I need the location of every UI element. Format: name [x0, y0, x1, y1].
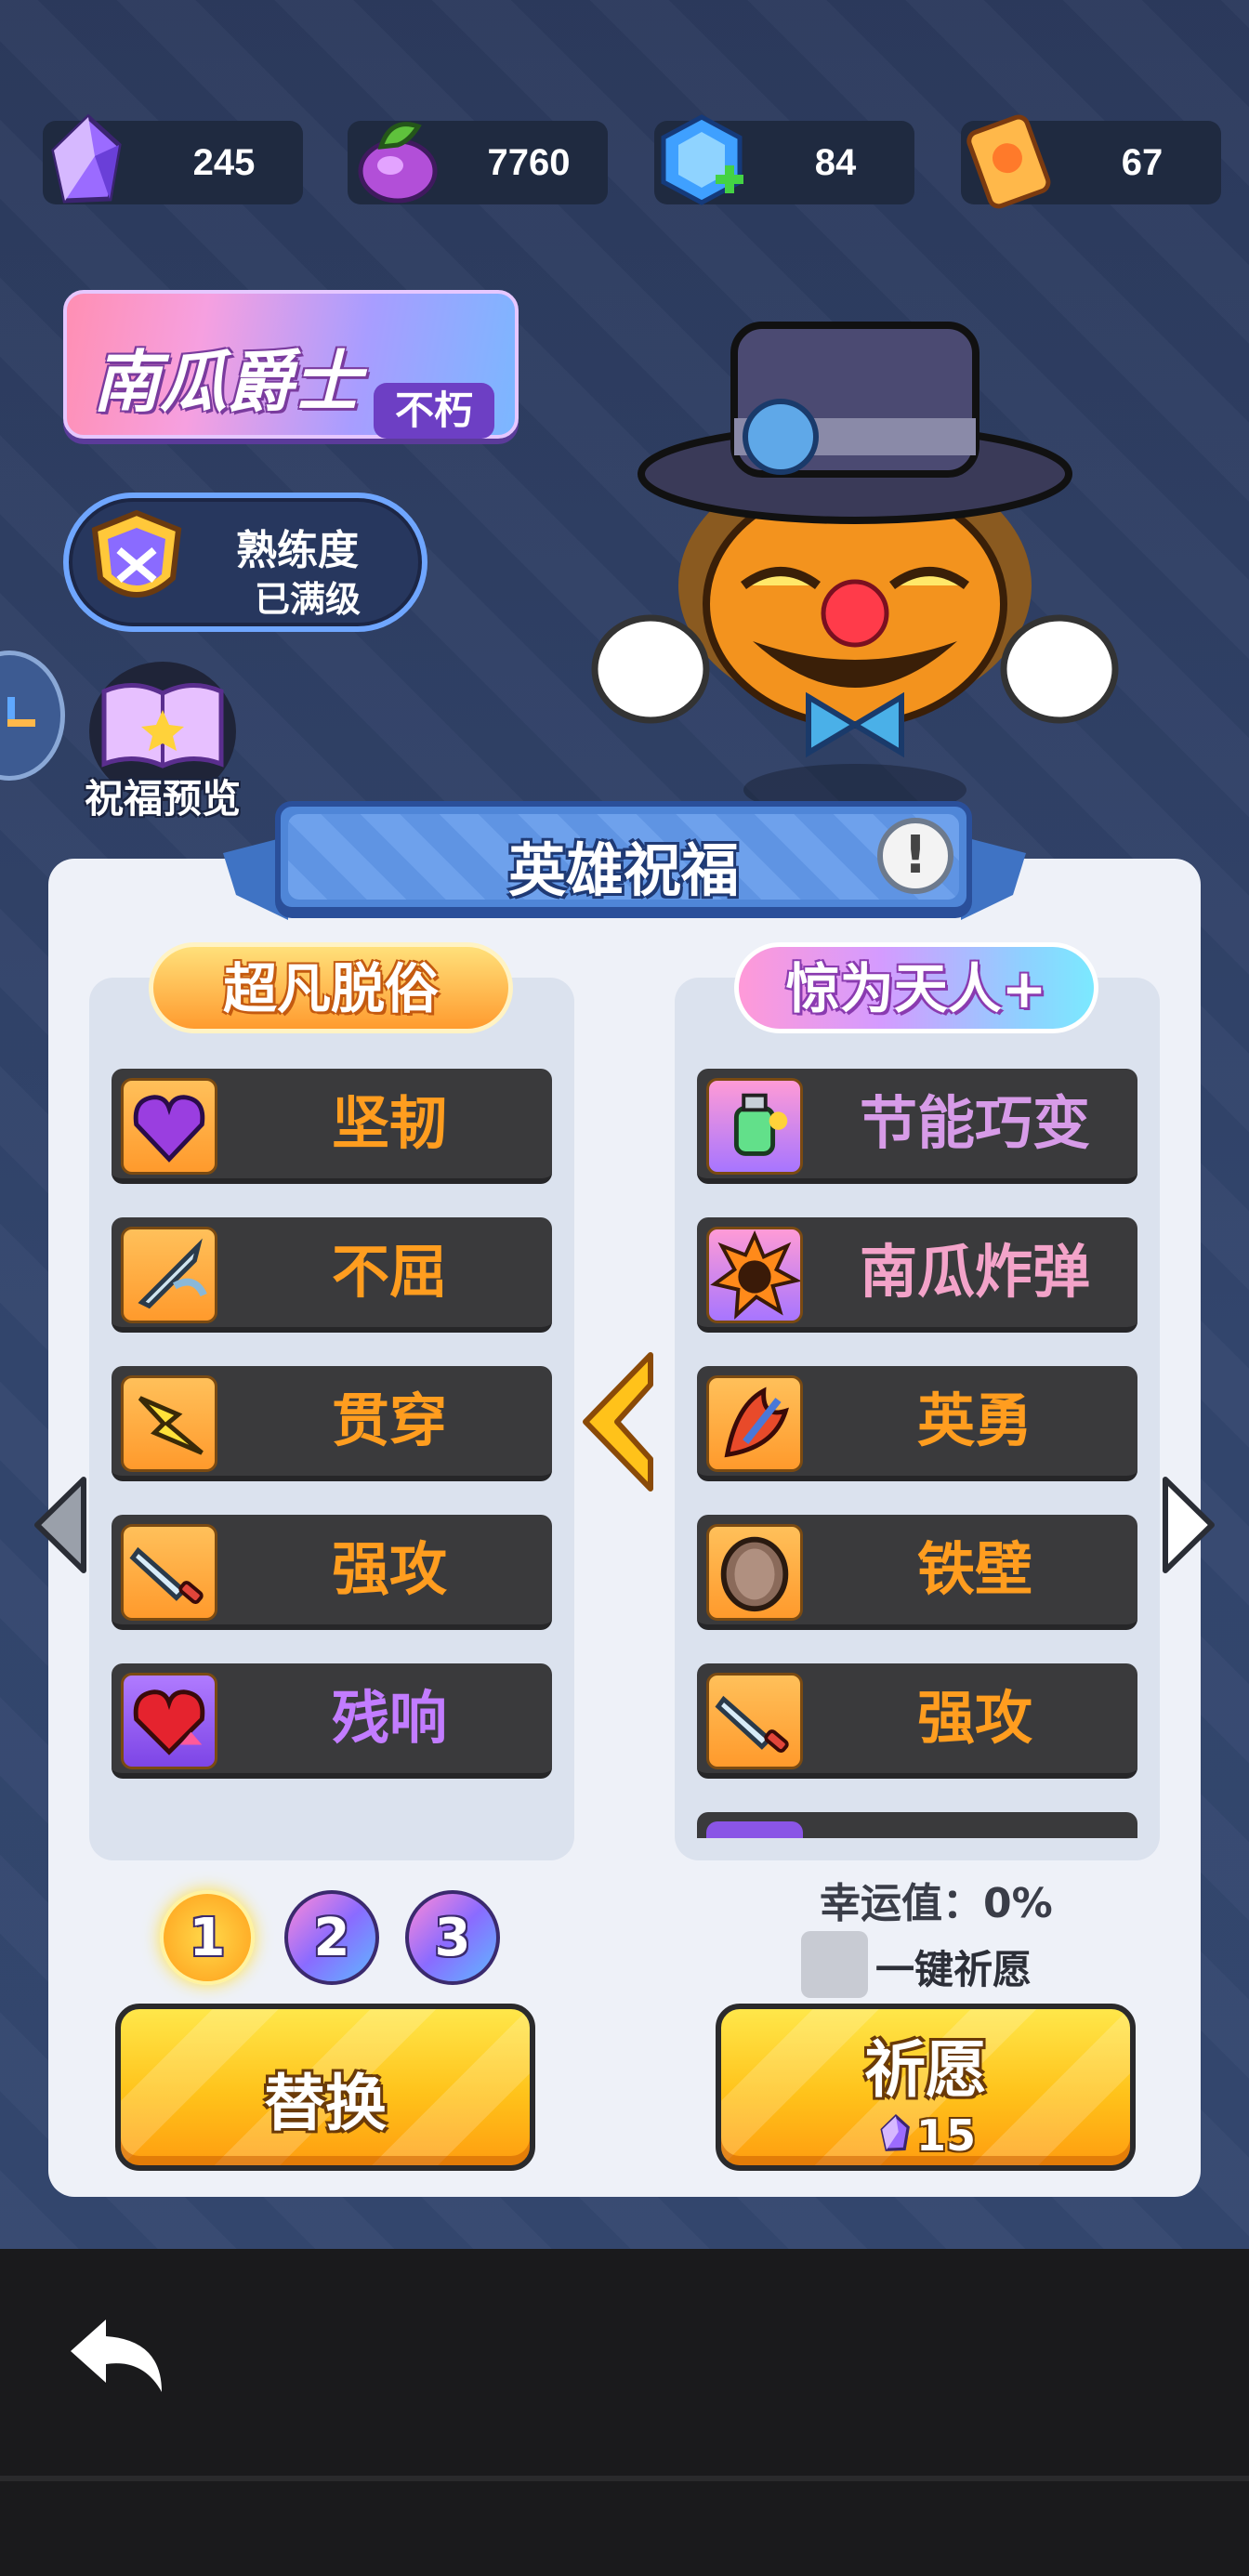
luck-value: 幸运值：0%: [820, 1880, 1053, 1927]
blessing-item[interactable]: 英勇: [697, 1366, 1137, 1481]
crystal-icon: [880, 2114, 910, 2151]
ticket-icon: [966, 114, 1051, 209]
blessing-item[interactable]: 铁壁: [697, 1515, 1137, 1630]
iron-shield-icon: [706, 1524, 803, 1621]
blessing-item-partial[interactable]: [697, 1812, 1137, 1838]
replace-button[interactable]: 替换: [115, 2004, 535, 2171]
blessing-item[interactable]: 南瓜炸弹: [697, 1217, 1137, 1333]
currency-value: 245: [192, 142, 256, 183]
bravery-icon: [706, 1375, 803, 1472]
sword-attack-icon: [706, 1673, 803, 1769]
blessing-label: 强攻: [916, 1684, 1032, 1752]
hero-name: 南瓜爵士: [93, 343, 362, 421]
purple-heart-gem-icon: [121, 1078, 217, 1175]
book-icon: [101, 682, 224, 769]
current-rarity-title: 超凡脱俗: [149, 942, 513, 1033]
one-click-wish-checkbox[interactable]: [801, 1931, 868, 1998]
mastery-shield-icon: [91, 509, 182, 598]
mastery-status: 已满级: [255, 579, 362, 620]
blue-token-icon: [661, 114, 743, 205]
pumpkin-bomb-icon: [706, 1227, 803, 1323]
page-2-button[interactable]: 2: [284, 1890, 379, 1985]
blessing-label: 铁壁: [916, 1535, 1032, 1603]
blessing-item[interactable]: 不屈: [112, 1217, 552, 1333]
blessing-label: 英勇: [916, 1387, 1032, 1454]
mastery-title: 熟练度: [236, 527, 359, 574]
blessing-item[interactable]: 残响: [112, 1663, 552, 1779]
blessing-label: 强攻: [331, 1535, 447, 1603]
blessing-label: 坚韧: [331, 1089, 447, 1157]
blessing-label: 不屈: [331, 1238, 447, 1306]
panel-title: 英雄祝福: [507, 836, 739, 904]
page-1-button[interactable]: 1: [160, 1890, 255, 1985]
blessing-item[interactable]: 贯穿: [112, 1366, 552, 1481]
blessing-label: 节能巧变: [859, 1089, 1090, 1157]
one-click-wish-label: 一键祈愿: [875, 1947, 1032, 1992]
side-tab-icon: [7, 697, 35, 727]
hero-tier-badge: 不朽: [374, 383, 494, 439]
hero-name-banner: 南瓜爵士 不朽: [63, 290, 519, 439]
pumpkin-seed-icon: [358, 122, 438, 204]
back-arrow-icon[interactable]: [65, 2310, 169, 2399]
hero-character: [591, 322, 1119, 816]
bless-preview-label: 祝福预览: [84, 776, 241, 821]
wish-cost: 15: [721, 2109, 1130, 2161]
currency-value: 84: [814, 142, 857, 183]
bottom-bar: [0, 2249, 1249, 2576]
swap-arrow-icon: [583, 1352, 653, 1492]
wish-cost-value: 15: [915, 2110, 976, 2161]
wish-button-label: 祈愿: [864, 2034, 987, 2106]
blessing-item[interactable]: 坚韧: [112, 1069, 552, 1184]
blessing-label: 南瓜炸弹: [859, 1238, 1090, 1306]
currency-value: 67: [1121, 142, 1164, 183]
lightning-arrow-icon: [121, 1375, 217, 1472]
potion-icon: [706, 1078, 803, 1175]
blessing-label: 残响: [331, 1684, 447, 1752]
replace-button-label: 替换: [264, 2068, 387, 2139]
title-ribbon: 英雄祝福: [275, 801, 972, 913]
prev-hero-arrow-icon[interactable]: [32, 1474, 89, 1576]
red-heart-icon: [121, 1673, 217, 1769]
blessing-label: 贯穿: [331, 1387, 447, 1454]
currency-value: 7760: [487, 142, 571, 183]
blessing-item[interactable]: 节能巧变: [697, 1069, 1137, 1184]
sword-icon: [121, 1227, 217, 1323]
next-hero-arrow-icon[interactable]: [1160, 1474, 1217, 1576]
wish-button[interactable]: 祈愿 15: [716, 2004, 1136, 2171]
blessing-item[interactable]: 强攻: [112, 1515, 552, 1630]
page-3-button[interactable]: 3: [405, 1890, 500, 1985]
new-rarity-title: 惊为天人+: [734, 942, 1098, 1033]
blessing-item[interactable]: 强攻: [697, 1663, 1137, 1779]
crystal-icon: [51, 113, 122, 204]
info-button[interactable]: !: [877, 818, 953, 894]
sword-attack-icon: [121, 1524, 217, 1621]
bottom-divider: [0, 2476, 1249, 2481]
